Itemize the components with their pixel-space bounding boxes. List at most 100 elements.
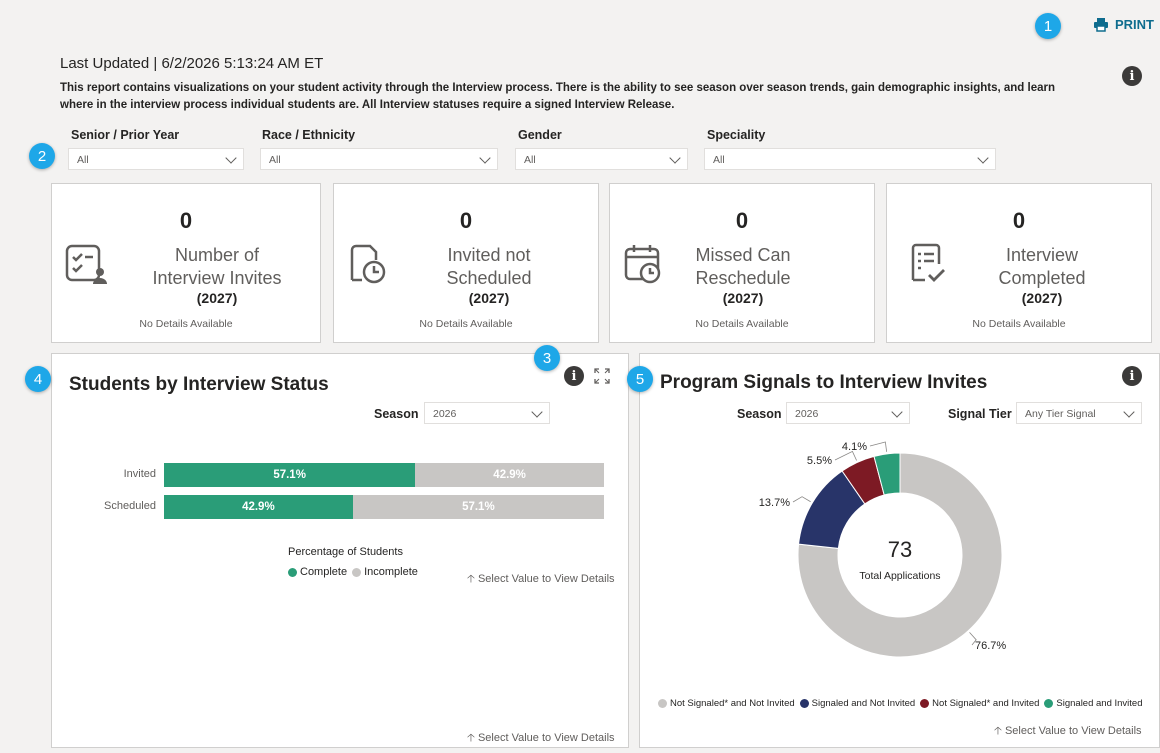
select-value-hint[interactable]: 🡡 Select Value to View Details: [467, 570, 615, 589]
filter-label-senior: Senior / Prior Year: [71, 128, 180, 142]
legend-label: Not Signaled* and Not Invited: [670, 698, 795, 709]
filter-speciality-select[interactable]: All: [704, 148, 996, 170]
kpi-title: Number of Interview Invites: [152, 245, 282, 288]
kpi-card-interview-completed[interactable]: 0 Interview Completed (2027) No Details A…: [886, 183, 1152, 343]
signals-season-select[interactable]: 2026: [786, 402, 910, 424]
kpi-year: (2027): [196, 290, 238, 306]
kpi-title: Interview Completed: [998, 245, 1086, 288]
info-icon[interactable]: i: [564, 366, 584, 386]
donut-legend: Not Signaled* and Not Invited Signaled an…: [658, 698, 1147, 711]
arrow-up-icon: 🡡: [467, 573, 475, 585]
legend-item[interactable]: Incomplete: [352, 566, 418, 578]
bar-segment-complete[interactable]: 57.1%: [164, 463, 416, 487]
signals-season-value: 2026: [795, 408, 819, 420]
legend-dot: [799, 699, 809, 708]
bar-segment-incomplete[interactable]: 42.9%: [415, 463, 604, 487]
status-panel-title: Students by Interview Status: [69, 374, 329, 395]
legend-dot: [288, 567, 297, 577]
legend-dot: [920, 699, 930, 708]
season-label: Season: [737, 407, 782, 421]
filter-gender-select[interactable]: All: [515, 148, 688, 170]
callout-5: 5: [627, 366, 653, 392]
slice-leader-line: [792, 496, 811, 503]
chevron-down-icon: [531, 406, 543, 418]
print-label: PRINT: [1115, 17, 1154, 32]
callout-2: 2: [29, 143, 55, 169]
filter-race-value: All: [269, 154, 281, 166]
bar-segment-incomplete[interactable]: 57.1%: [352, 495, 604, 519]
bar-category-label: Scheduled: [104, 500, 156, 512]
legend-item[interactable]: Not Signaled* and Invited: [920, 698, 1039, 709]
printer-icon: [1094, 18, 1108, 32]
kpi-note: No Details Available: [695, 318, 789, 330]
checklist-user-icon: [65, 244, 107, 284]
kpi-note: No Details Available: [972, 318, 1066, 330]
info-icon[interactable]: i: [1122, 66, 1142, 86]
kpi-year: (2027): [722, 290, 764, 306]
signal-tier-select[interactable]: Any Tier Signal: [1016, 402, 1142, 424]
status-season-value: 2026: [433, 408, 457, 420]
filter-label-speciality: Speciality: [707, 128, 766, 142]
chevron-down-icon: [977, 152, 989, 164]
kpi-value: 0: [1012, 208, 1026, 233]
kpi-title: Invited not Scheduled: [446, 245, 532, 288]
legend-item[interactable]: Complete: [288, 566, 347, 578]
kpi-card-interview-invites[interactable]: 0 Number of Interview Invites (2027) No D…: [51, 183, 321, 343]
legend-dot: [658, 699, 667, 708]
filter-speciality-value: All: [713, 154, 725, 166]
filter-senior-select[interactable]: All: [68, 148, 244, 170]
season-label: Season: [374, 407, 419, 421]
callout-4: 4: [25, 366, 51, 392]
kpi-value: 0: [179, 208, 193, 233]
print-button[interactable]: PRINT: [1093, 17, 1154, 32]
x-axis-title: Percentage of Students: [288, 546, 403, 558]
filter-label-gender: Gender: [518, 128, 562, 142]
legend-item[interactable]: Signaled and Invited: [1044, 698, 1142, 709]
info-icon[interactable]: i: [1122, 366, 1142, 386]
kpi-value: 0: [735, 208, 749, 233]
kpi-value: 0: [459, 208, 473, 233]
kpi-note: No Details Available: [139, 318, 233, 330]
chevron-down-icon: [891, 406, 903, 418]
signal-tier-label: Signal Tier: [948, 407, 1012, 421]
signals-panel: Program Signals to Interview Invites i S…: [639, 353, 1160, 748]
expand-icon[interactable]: [594, 368, 610, 384]
donut-center-value: 73: [887, 537, 913, 562]
chevron-down-icon: [1123, 406, 1135, 418]
legend-item[interactable]: Signaled and Not Invited: [799, 698, 916, 709]
arrow-up-icon: 🡡: [994, 725, 1002, 737]
kpi-note: No Details Available: [419, 318, 513, 330]
calendar-clock-icon: [624, 245, 661, 284]
legend-dot: [1044, 699, 1054, 708]
bar-segment-complete[interactable]: 42.9%: [164, 495, 353, 519]
legend-dot: [352, 567, 362, 577]
chevron-down-icon: [669, 152, 681, 164]
kpi-card-invited-not-scheduled[interactable]: 0 Invited not Scheduled (2027) No Details…: [333, 183, 599, 343]
kpi-card-missed-can-reschedule[interactable]: 0 Missed Can Reschedule (2027) No Details…: [609, 183, 875, 343]
legend-label: Signaled and Not Invited: [811, 698, 916, 709]
filter-gender-value: All: [524, 154, 536, 166]
status-season-select[interactable]: 2026: [424, 402, 550, 424]
select-value-hint[interactable]: 🡡 Select Value to View Details: [994, 722, 1142, 741]
chevron-down-icon: [225, 152, 237, 164]
status-legend: Complete Incomplete: [288, 566, 423, 580]
slice-data-label: 5.5%: [807, 455, 832, 467]
legend-item[interactable]: Not Signaled* and Not Invited: [658, 698, 795, 709]
legend-label: Incomplete: [364, 566, 418, 578]
slice-leader-line: [869, 441, 888, 452]
filter-label-race: Race / Ethnicity: [262, 128, 356, 142]
callout-1: 1: [1035, 13, 1061, 39]
slice-data-label: 13.7%: [759, 497, 790, 509]
kpi-title: Missed Can Reschedule: [695, 245, 791, 288]
last-updated: Last Updated | 6/2/2026 5:13:24 AM ET: [60, 55, 324, 72]
report-description: This report contains visualizations on y…: [60, 82, 1055, 111]
donut-chart: 76.7% 13.7% 5.5% 4.1%: [759, 441, 1006, 658]
kpi-year: (2027): [1021, 290, 1063, 306]
callout-3: 3: [534, 345, 560, 371]
legend-label: Signaled and Invited: [1056, 698, 1143, 709]
chevron-down-icon: [479, 152, 491, 164]
legend-label: Not Signaled* and Invited: [932, 698, 1040, 709]
select-value-hint-bottom[interactable]: 🡡 Select Value to View Details: [467, 729, 615, 748]
filter-race-select[interactable]: All: [260, 148, 498, 170]
signal-tier-value: Any Tier Signal: [1025, 408, 1096, 420]
